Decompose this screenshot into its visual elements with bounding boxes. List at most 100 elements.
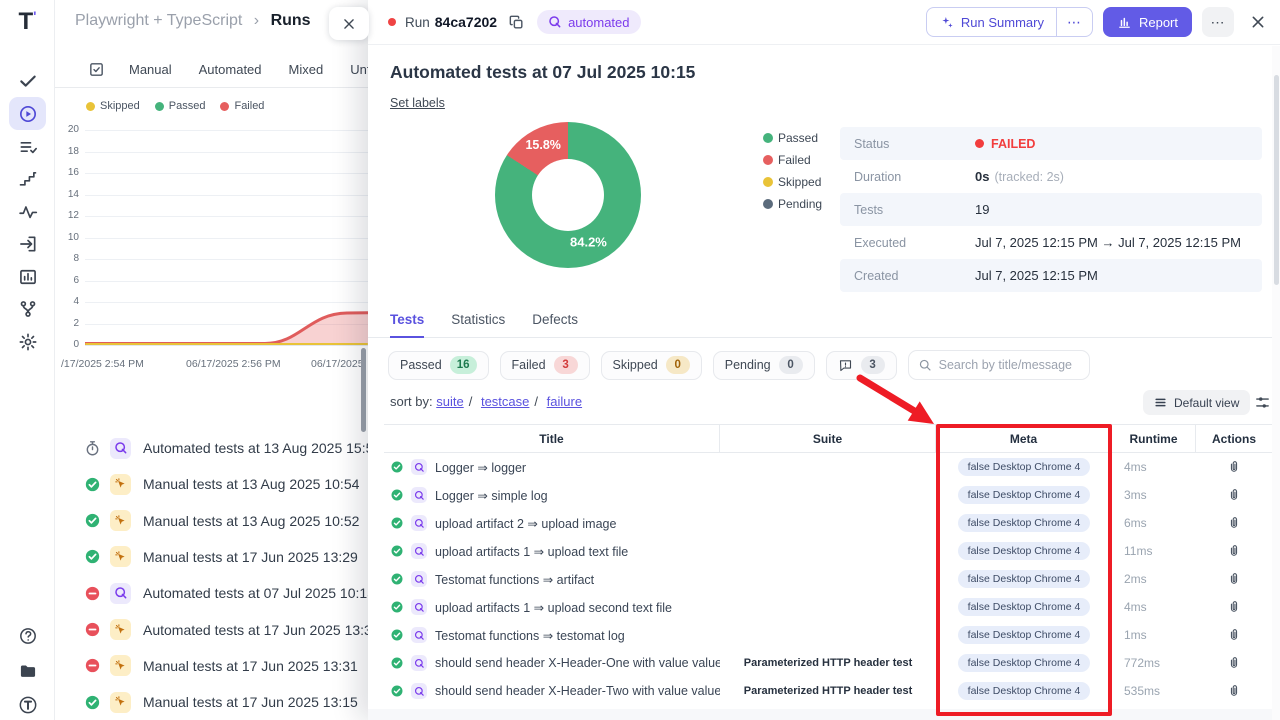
sidebar-item-check[interactable]	[9, 64, 46, 97]
column-header-meta[interactable]: Meta	[936, 425, 1112, 452]
paperclip-icon[interactable]	[1226, 599, 1242, 615]
table-row[interactable]: should send header X-Header-Two with val…	[384, 677, 1272, 705]
run-list-item[interactable]: Manual tests at 17 Jun 2025 13:15from	[55, 687, 368, 717]
paperclip-icon[interactable]	[1226, 571, 1242, 587]
meta-tag[interactable]: false Desktop Chrome 4	[958, 598, 1091, 616]
tab-defects[interactable]: Defects	[532, 309, 578, 337]
manual-type-badge	[110, 619, 131, 640]
table-row[interactable]: Logger ⇒ loggerfalse Desktop Chrome 44ms	[384, 453, 1272, 481]
cell-meta: false Desktop Chrome 4	[936, 486, 1112, 504]
run-list-item[interactable]: Manual tests at 13 Aug 2025 10:542	[55, 469, 368, 499]
breadcrumb-project[interactable]: Playwright + TypeScript	[75, 12, 242, 29]
filter-passed[interactable]: Passed16	[388, 351, 489, 380]
table-row[interactable]: Testomat functions ⇒ artifactfalse Deskt…	[384, 565, 1272, 593]
run-list-item[interactable]: Automated tests at 07 Jul 2025 10:15	[55, 578, 368, 608]
sidebar-item-projects[interactable]	[9, 654, 46, 687]
filter-comment[interactable]: 3	[826, 351, 897, 380]
column-header-actions[interactable]: Actions	[1196, 425, 1272, 452]
table-row[interactable]: Logger ⇒ simple log false Desktop Chrome …	[384, 481, 1272, 509]
paperclip-icon[interactable]	[1226, 515, 1242, 531]
meta-tag[interactable]: false Desktop Chrome 4	[958, 626, 1091, 644]
select-runs-icon[interactable]	[88, 61, 105, 78]
sidebar-item-help[interactable]	[9, 619, 46, 652]
sort-link-testcase[interactable]: testcase	[481, 394, 529, 409]
legend-label: Failed	[778, 153, 811, 167]
tab-tests[interactable]: Tests	[390, 309, 424, 337]
automated-test-badge	[411, 655, 427, 671]
run-list-item[interactable]: Manual tests at 17 Jun 2025 13:29from	[55, 542, 368, 572]
run-list-item[interactable]: Automated tests at 13 Aug 2025 15:53	[55, 433, 368, 463]
panel-close-button[interactable]	[1250, 14, 1266, 30]
sort-link-failure[interactable]: failure	[547, 394, 582, 409]
run-summary-more-button[interactable]: ⋯	[1056, 8, 1092, 36]
runs-tab-manual[interactable]: Manual	[129, 62, 172, 77]
meta-tag[interactable]: false Desktop Chrome 4	[958, 514, 1091, 532]
run-summary-button[interactable]: Run Summary ⋯	[926, 7, 1093, 37]
table-row[interactable]: upload artifacts 1 ⇒ upload second text …	[384, 593, 1272, 621]
filter-pending[interactable]: Pending0	[713, 351, 815, 380]
paperclip-icon[interactable]	[1226, 459, 1242, 475]
paperclip-icon[interactable]	[1226, 487, 1242, 503]
meta-tag[interactable]: false Desktop Chrome 4	[958, 486, 1091, 504]
paperclip-icon[interactable]	[1226, 683, 1242, 699]
automated-test-badge	[411, 487, 427, 503]
more-actions-button[interactable]: ⋯	[1202, 7, 1234, 37]
sort-link-suite[interactable]: suite	[436, 394, 463, 409]
sidebar-item-sign-in[interactable]	[9, 227, 46, 260]
meta-tag[interactable]: false Desktop Chrome 4	[958, 682, 1091, 700]
test-title: Logger ⇒ simple log	[435, 488, 548, 503]
sidebar-item-settings[interactable]	[9, 325, 46, 358]
search-icon	[918, 358, 932, 372]
sidebar-item-activity[interactable]	[9, 195, 46, 228]
table-row[interactable]: Testomat functions ⇒ testomat logfalse D…	[384, 621, 1272, 649]
paperclip-icon[interactable]	[1226, 543, 1242, 559]
table-row[interactable]: upload artifact 2 ⇒ upload imagefalse De…	[384, 509, 1272, 537]
cell-meta: false Desktop Chrome 4	[936, 626, 1112, 644]
meta-tag[interactable]: false Desktop Chrome 4	[958, 654, 1091, 672]
search-input[interactable]	[939, 358, 1080, 372]
sidebar-item-branch[interactable]	[9, 292, 46, 325]
panel-scrollbar-thumb[interactable]	[1274, 75, 1279, 285]
column-header-title[interactable]: Title	[384, 425, 720, 452]
sidebar-item-steps[interactable]	[9, 162, 46, 195]
info-value: 19	[975, 202, 989, 217]
meta-tag[interactable]: false Desktop Chrome 4	[958, 458, 1091, 476]
column-settings-icon[interactable]	[1254, 394, 1271, 411]
runs-tab-mixed[interactable]: Mixed	[289, 62, 324, 77]
filter-skipped[interactable]: Skipped0	[601, 351, 702, 380]
page-scrollbar-thumb[interactable]	[361, 348, 366, 432]
column-header-runtime[interactable]: Runtime	[1112, 425, 1196, 452]
paperclip-icon[interactable]	[1226, 627, 1242, 643]
filter-count: 0	[779, 356, 803, 374]
column-header-suite[interactable]: Suite	[720, 425, 936, 452]
app-logo[interactable]: T'	[0, 8, 55, 36]
info-row-duration: Duration0s(tracked: 2s)	[840, 160, 1262, 193]
table-row[interactable]: should send header X-Header-One with val…	[384, 649, 1272, 677]
default-view-button[interactable]: Default view	[1143, 390, 1250, 415]
sidebar-item-account[interactable]	[9, 688, 46, 720]
run-list-item[interactable]: Manual tests at 13 Aug 2025 10:52from	[55, 506, 368, 536]
filter-failed[interactable]: Failed3	[500, 351, 590, 380]
sidebar-item-list-check[interactable]	[9, 130, 46, 163]
branch-icon	[18, 299, 38, 319]
status-text: FAILED	[991, 137, 1035, 151]
automated-badge[interactable]: automated	[537, 10, 640, 34]
sort-bar: sort by: suite/ testcase/ failure	[390, 394, 582, 409]
sidebar-item-report[interactable]	[9, 260, 46, 293]
table-row[interactable]: upload artifacts 1 ⇒ upload text filefal…	[384, 537, 1272, 565]
run-list-item[interactable]: Automated tests at 17 Jun 2025 13:30	[55, 615, 368, 645]
runs-tab-automated[interactable]: Automated	[199, 62, 262, 77]
report-button[interactable]: Report	[1103, 7, 1192, 37]
meta-tag[interactable]: false Desktop Chrome 4	[958, 542, 1091, 560]
runs-tab-unfini[interactable]: Unfini	[350, 62, 368, 77]
set-labels-link[interactable]: Set labels	[390, 96, 445, 110]
copy-run-id-button[interactable]	[508, 14, 525, 31]
paperclip-icon[interactable]	[1226, 655, 1242, 671]
sidebar-item-play[interactable]	[9, 97, 46, 130]
cell-actions	[1196, 543, 1272, 559]
run-list-item[interactable]: Manual tests at 17 Jun 2025 13:31from	[55, 651, 368, 681]
runs-panel-close-chip[interactable]	[329, 7, 369, 40]
automated-icon	[414, 546, 425, 557]
meta-tag[interactable]: false Desktop Chrome 4	[958, 570, 1091, 588]
tab-statistics[interactable]: Statistics	[451, 309, 505, 337]
